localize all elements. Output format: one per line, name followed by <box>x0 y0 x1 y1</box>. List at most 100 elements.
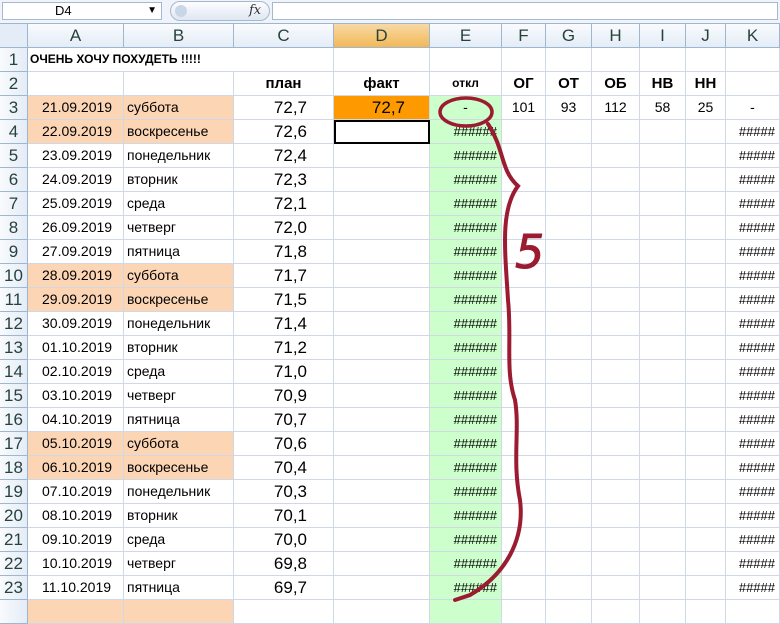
fact-cell[interactable] <box>334 360 430 384</box>
column-header-h[interactable]: H <box>592 24 640 48</box>
row-header-4[interactable]: 4 <box>0 120 28 144</box>
cell-j19[interactable] <box>686 480 726 504</box>
column-header-e[interactable]: E <box>430 24 502 48</box>
date-cell[interactable]: 25.09.2019 <box>28 192 124 216</box>
cell-i23[interactable] <box>640 576 686 600</box>
weekday-cell[interactable]: воскресенье <box>124 288 234 312</box>
date-cell[interactable]: 29.09.2019 <box>28 288 124 312</box>
row-header-17[interactable]: 17 <box>0 432 28 456</box>
cell-d1[interactable] <box>334 48 430 72</box>
cell-j16[interactable] <box>686 408 726 432</box>
cell-g11[interactable] <box>546 288 592 312</box>
date-cell[interactable]: 04.10.2019 <box>28 408 124 432</box>
deviation-cell[interactable]: ###### <box>430 384 502 408</box>
date-cell[interactable]: 06.10.2019 <box>28 456 124 480</box>
deviation-cell[interactable]: ###### <box>430 288 502 312</box>
row-header-5[interactable]: 5 <box>0 144 28 168</box>
row-header-6[interactable]: 6 <box>0 168 28 192</box>
cell-j8[interactable] <box>686 216 726 240</box>
ot-header[interactable]: ОТ <box>546 72 592 96</box>
plan-cell[interactable]: 70,7 <box>234 408 334 432</box>
cell-f5[interactable] <box>502 144 546 168</box>
k-cell[interactable]: ##### <box>726 288 780 312</box>
cell-g15[interactable] <box>546 384 592 408</box>
cell-g16[interactable] <box>546 408 592 432</box>
cell-f19[interactable] <box>502 480 546 504</box>
cell-f18[interactable] <box>502 456 546 480</box>
cell-h14[interactable] <box>592 360 640 384</box>
cell-i7[interactable] <box>640 192 686 216</box>
row-header-14[interactable]: 14 <box>0 360 28 384</box>
deviation-cell[interactable]: ###### <box>430 336 502 360</box>
column-header-f[interactable]: F <box>502 24 546 48</box>
deviation-cell[interactable]: ###### <box>430 504 502 528</box>
function-icon[interactable]: fx <box>249 3 261 18</box>
weekday-cell[interactable]: среда <box>124 192 234 216</box>
plan-cell[interactable]: 70,0 <box>234 528 334 552</box>
cell-f13[interactable] <box>502 336 546 360</box>
cell-h15[interactable] <box>592 384 640 408</box>
cell-h8[interactable] <box>592 216 640 240</box>
weekday-cell[interactable]: понедельник <box>124 312 234 336</box>
cell-i6[interactable] <box>640 168 686 192</box>
k-cell[interactable]: ##### <box>726 552 780 576</box>
cell-f17[interactable] <box>502 432 546 456</box>
deviation-cell[interactable]: ###### <box>430 312 502 336</box>
cell-f20[interactable] <box>502 504 546 528</box>
cell-h6[interactable] <box>592 168 640 192</box>
column-header-b[interactable]: B <box>124 24 234 48</box>
plan-cell[interactable]: 71,2 <box>234 336 334 360</box>
cell-k24[interactable] <box>726 600 780 624</box>
plan-cell[interactable]: 72,0 <box>234 216 334 240</box>
deviation-cell[interactable]: ###### <box>430 360 502 384</box>
k-cell[interactable]: ##### <box>726 504 780 528</box>
weekday-cell[interactable]: воскресенье <box>124 120 234 144</box>
sheet-title[interactable]: ОЧЕНЬ ХОЧУ ПОХУДЕТЬ !!!!! <box>28 48 328 72</box>
fact-cell[interactable] <box>334 288 430 312</box>
cell-g8[interactable] <box>546 216 592 240</box>
cell-j21[interactable] <box>686 528 726 552</box>
plan-cell[interactable]: 72,7 <box>234 96 334 120</box>
nn-header[interactable]: НН <box>686 72 726 96</box>
date-cell[interactable]: 23.09.2019 <box>28 144 124 168</box>
cell-i19[interactable] <box>640 480 686 504</box>
date-cell[interactable] <box>124 600 234 624</box>
weekday-cell[interactable]: понедельник <box>124 144 234 168</box>
cell-j11[interactable] <box>686 288 726 312</box>
fact-cell[interactable] <box>334 312 430 336</box>
plan-cell[interactable]: 69,8 <box>234 552 334 576</box>
fact-cell[interactable] <box>334 168 430 192</box>
cell-b2[interactable] <box>124 72 234 96</box>
cell-i18[interactable] <box>640 456 686 480</box>
row-header-16[interactable]: 16 <box>0 408 28 432</box>
deviation-cell[interactable]: ###### <box>430 576 502 600</box>
k-cell[interactable]: ##### <box>726 528 780 552</box>
cell-f4[interactable] <box>502 120 546 144</box>
cell-j13[interactable] <box>686 336 726 360</box>
cell-i11[interactable] <box>640 288 686 312</box>
cell-g1[interactable] <box>546 48 592 72</box>
cell-a2[interactable] <box>28 72 124 96</box>
cell-f6[interactable] <box>502 168 546 192</box>
deviation-cell[interactable]: ###### <box>430 240 502 264</box>
cell-g4[interactable] <box>546 120 592 144</box>
k-cell[interactable]: ##### <box>726 480 780 504</box>
fact-cell[interactable] <box>334 432 430 456</box>
cell-g7[interactable] <box>546 192 592 216</box>
plan-cell[interactable]: 70,3 <box>234 480 334 504</box>
cell-i13[interactable] <box>640 336 686 360</box>
cell-h7[interactable] <box>592 192 640 216</box>
fact-cell[interactable] <box>334 120 430 144</box>
column-header-j[interactable]: J <box>686 24 726 48</box>
plan-cell[interactable]: 72,4 <box>234 144 334 168</box>
deviation-cell[interactable]: ###### <box>430 528 502 552</box>
deviation-header[interactable]: откл <box>430 72 502 96</box>
cell-j17[interactable] <box>686 432 726 456</box>
cell-j12[interactable] <box>686 312 726 336</box>
cell-i5[interactable] <box>640 144 686 168</box>
cell-i20[interactable] <box>640 504 686 528</box>
cell-k2[interactable] <box>726 72 780 96</box>
cell-f21[interactable] <box>502 528 546 552</box>
fact-cell[interactable] <box>334 240 430 264</box>
select-all-corner[interactable] <box>0 24 28 48</box>
